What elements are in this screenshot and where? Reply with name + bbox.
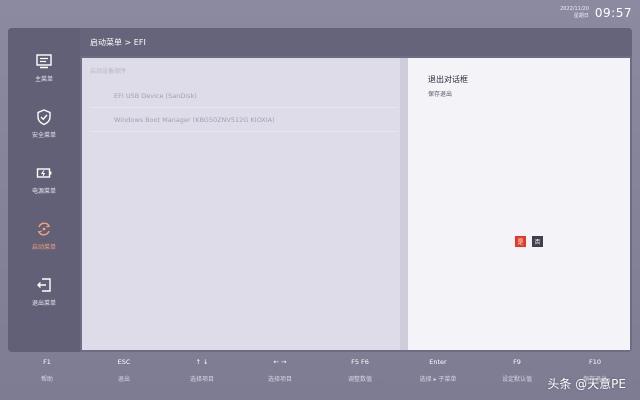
sidebar-item-boot[interactable]: 启动菜单 [8,210,80,260]
hint-key: F1 [43,358,51,366]
clock: 2022/11/20 星期日 09:57 [560,6,632,20]
hint-up-down: ↑ ↓ 选择项目 [162,356,242,383]
hint-key: F5 F6 [351,358,369,366]
sidebar-item-exit[interactable]: 退出菜单 [8,266,80,316]
hint-key: F9 [513,358,521,366]
hint-key: Enter [429,358,447,366]
hint-f1: F1 帮助 [7,356,87,383]
boot-device-label: Windows Boot Manager (KBG50ZNV512G KIOXI… [114,115,275,124]
watermark: 头条 @天意PE [547,377,626,391]
hint-left-right: ← → 选择项目 [240,356,320,383]
key-hint-bar: F1 帮助 ESC 退出 ↑ ↓ 选择项目 ← → 选择项目 F5 F6 调整数… [0,352,640,400]
hint-f5-f6: F5 F6 调整数值 [320,356,400,383]
hint-desc: 选择 ▸ 子菜单 [419,376,457,383]
hint-desc: 选择项目 [267,376,292,383]
section-title: 启动设备顺序 [90,68,127,75]
hint-f9: F9 设定默认值 [477,356,557,383]
dialog-subtitle: 保存退出 [428,91,453,98]
sidebar-item-power[interactable]: 电源菜单 [8,154,80,204]
boot-device-row[interactable]: EFI USB Device (SanDisk) [90,84,398,108]
hint-esc: ESC 退出 [84,356,164,383]
hint-key: ← → [273,358,287,366]
date-block: 2022/11/20 星期日 [560,6,589,20]
dialog-title: 退出对话框 [428,75,468,84]
hint-key: ESC [117,358,131,366]
hint-desc: 退出 [117,376,130,383]
sidebar-item-label: 启动菜单 [31,243,56,251]
hint-desc: 帮助 [40,376,53,383]
no-button[interactable]: 否 [532,236,543,247]
sidebar-item-label: 电源菜单 [31,187,56,195]
battery-icon [36,167,52,178]
shield-check-icon [37,108,51,125]
yes-button[interactable]: 是 [515,236,526,247]
monitor-icon [36,53,52,68]
hint-key: ↑ ↓ [195,358,209,366]
sidebar-item-label: 主菜单 [34,75,53,83]
sidebar-item-label: 安全菜单 [31,131,56,139]
sidebar-item-security[interactable]: 安全菜单 [8,98,80,148]
exit-icon [37,277,51,292]
bios-screen: 2022/11/20 星期日 09:57 主菜单 安全菜单 电源菜单 启动菜单 … [0,0,640,400]
sidebar: 主菜单 安全菜单 电源菜单 启动菜单 退出菜单 [8,28,80,352]
hint-desc: 设定默认值 [501,376,532,383]
hint-desc: 选择项目 [189,376,214,383]
sidebar-item-label: 退出菜单 [31,299,56,307]
weekday-text: 星期日 [573,13,589,19]
boot-order-panel: 启动设备顺序 EFI USB Device (SanDisk) Windows … [82,58,400,350]
sidebar-item-main[interactable]: 主菜单 [8,42,80,92]
boot-device-row[interactable]: Windows Boot Manager (KBG50ZNV512G KIOXI… [90,108,398,132]
hint-key: F10 [588,358,601,366]
hint-desc: 调整数值 [347,376,372,383]
exit-dialog-panel: 退出对话框 保存退出 是 否 [408,58,630,350]
hint-enter: Enter 选择 ▸ 子菜单 [398,356,478,383]
breadcrumb: 启动菜单 > EFI [80,28,632,56]
main-window: 主菜单 安全菜单 电源菜单 启动菜单 退出菜单 启动菜单 > EFI 启动设备顺… [8,28,632,352]
boot-refresh-icon [37,222,51,235]
panel-divider [400,58,408,350]
date-text: 2022/11/20 [560,6,589,12]
time-text: 09:57 [594,6,632,20]
boot-device-label: EFI USB Device (SanDisk) [114,91,197,100]
